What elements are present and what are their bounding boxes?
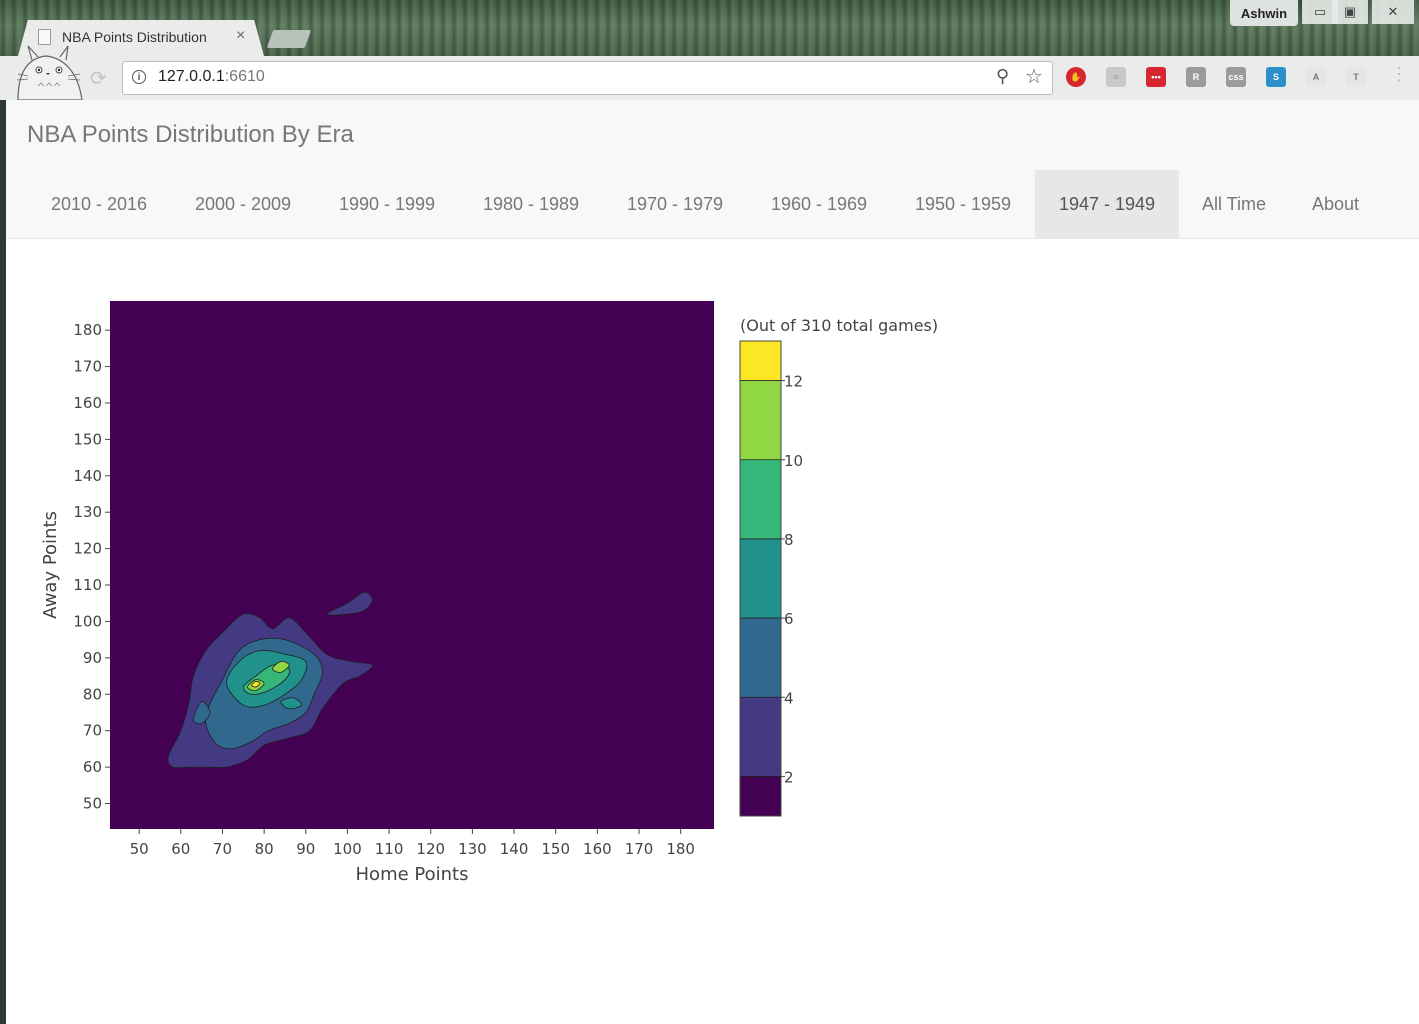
x-tick-label: 50 <box>130 840 149 858</box>
x-axis-label: Home Points <box>356 864 469 885</box>
colorbar-band <box>740 380 781 460</box>
colorbar-band <box>740 618 781 698</box>
x-tick-label: 130 <box>458 840 487 858</box>
y-tick-label: 130 <box>73 503 102 521</box>
y-tick-label: 110 <box>73 576 102 594</box>
colorbar-band <box>740 341 781 381</box>
contour-plot: 50 60 70 80 90 100 110 120 130 140 150 160 170 180 50 6… <box>40 301 938 885</box>
y-tick-label: 70 <box>83 722 102 740</box>
y-tick-label: 180 <box>73 321 102 339</box>
colorbar: (Out of 310 total games) 2 4 6 8 10 12 <box>739 316 938 817</box>
colorbar-band <box>740 459 781 539</box>
y-tick-label: 100 <box>73 612 102 630</box>
colorbar-tick-label: 8 <box>784 531 794 549</box>
x-tick-label: 70 <box>213 840 232 858</box>
y-tick-label: 170 <box>73 358 102 376</box>
x-tick-label: 90 <box>296 840 315 858</box>
x-tick-label: 60 <box>171 840 190 858</box>
y-tick-label: 60 <box>83 758 102 776</box>
colorbar-tick-label: 2 <box>784 768 794 786</box>
x-tick-label: 80 <box>255 840 274 858</box>
x-tick-label: 100 <box>333 840 362 858</box>
x-tick-label: 110 <box>375 840 404 858</box>
y-tick-label: 160 <box>73 394 102 412</box>
y-tick-label: 120 <box>73 540 102 558</box>
colorbar-title: (Out of 310 total games) <box>740 316 938 335</box>
colorbar-tick-label: 4 <box>784 689 794 707</box>
colorbar-band <box>740 697 781 777</box>
x-tick-label: 170 <box>625 840 654 858</box>
plot-area <box>110 301 714 829</box>
y-tick-label: 150 <box>73 430 102 448</box>
y-tick-label: 80 <box>83 685 102 703</box>
x-tick-label: 140 <box>500 840 529 858</box>
y-axis-label: Away Points <box>40 511 61 619</box>
colorbar-tick-label: 6 <box>784 610 794 628</box>
x-tick-label: 150 <box>541 840 570 858</box>
colorbar-band <box>740 776 781 816</box>
y-tick-label: 50 <box>83 795 102 813</box>
x-tick-label: 120 <box>416 840 445 858</box>
colorbar-tick-label: 10 <box>784 452 803 470</box>
y-tick-label: 140 <box>73 467 102 485</box>
y-tick-label: 90 <box>83 649 102 667</box>
x-tick-label: 160 <box>583 840 612 858</box>
colorbar-tick-label: 12 <box>784 373 803 391</box>
colorbar-band <box>740 538 781 619</box>
x-tick-label: 180 <box>666 840 695 858</box>
